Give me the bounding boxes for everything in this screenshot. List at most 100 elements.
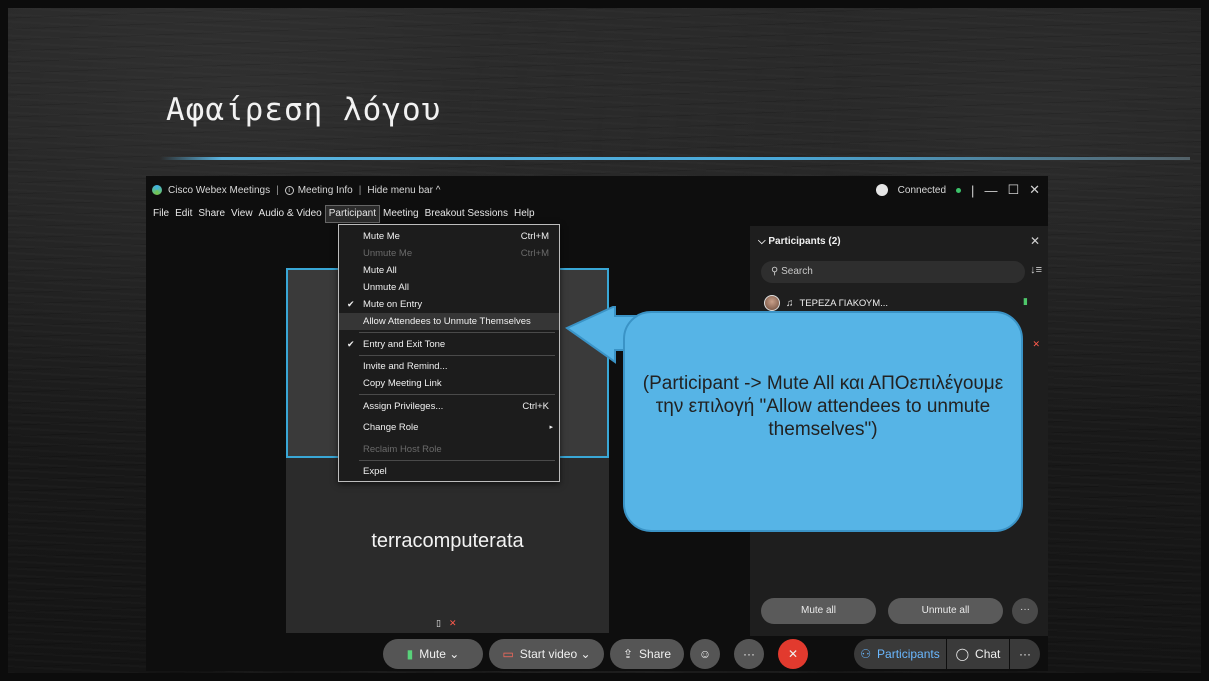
stage-status-icons: ▯ ✕ [436, 618, 457, 629]
menu-item-mute-on-entry[interactable]: ✔ Mute on Entry [339, 296, 559, 313]
share-label: Share [639, 647, 672, 661]
menu-view[interactable]: View [228, 205, 256, 223]
meeting-info-link[interactable]: Meeting Info [298, 185, 353, 196]
menu-help[interactable]: Help [511, 205, 538, 223]
menu-item-mute-all[interactable]: Mute All [339, 262, 559, 279]
menu-item-entry-exit-tone[interactable]: ✔ Entry and Exit Tone [339, 336, 559, 353]
participant-menu: Mute Me Ctrl+M Unmute Me Ctrl+M Mute All… [338, 224, 560, 482]
submenu-arrow-icon: ▸ [549, 424, 553, 431]
mute-button[interactable]: ▮ Mute ⌄ [383, 639, 483, 669]
avatar [764, 295, 780, 311]
title-underline [160, 157, 1190, 160]
participant-search-input[interactable]: ⚲ Search [761, 261, 1025, 283]
menu-item-allow-unmute[interactable]: Allow Attendees to Unmute Themselves [339, 313, 559, 330]
annotation-callout: (Participant -> Mute All και ΑΠΟεπιλέγου… [623, 311, 1023, 532]
menu-item-reclaim-host: Reclaim Host Role [363, 444, 442, 455]
search-placeholder: Search [781, 266, 813, 277]
menu-item-unmute-me: Unmute Me Ctrl+M [339, 245, 559, 262]
participants-header[interactable]: ⌵ Participants (2) [758, 236, 841, 247]
separator-icon: | [971, 182, 975, 198]
chevron-down-icon: ⌄ [577, 647, 591, 661]
connection-icon [875, 184, 888, 196]
start-video-label: Start video [519, 647, 578, 661]
menu-item-expel[interactable]: Expel [339, 463, 559, 480]
menu-item-label: Entry and Exit Tone [363, 339, 446, 350]
leave-meeting-button[interactable]: ✕ [778, 639, 808, 669]
share-icon: ⇪ [622, 647, 634, 661]
minimize-icon[interactable]: — [984, 183, 997, 198]
menu-separator [359, 332, 555, 333]
start-video-button[interactable]: ▭ Start video ⌄ [489, 639, 604, 669]
menu-item-label: Change Role [363, 422, 419, 433]
chat-tab-button[interactable]: ◯ Chat [947, 639, 1009, 669]
menu-separator [359, 460, 555, 461]
panel-more-button[interactable]: ··· [1012, 598, 1038, 624]
participant-row[interactable]: ♫ ΤΕΡΕΖΑ ΓΙΑΚΟΥΜ... ▮ [764, 293, 1036, 313]
menu-item-unmute-all[interactable]: Unmute All [339, 279, 559, 296]
maximize-icon[interactable]: ☐ [1007, 182, 1019, 198]
reactions-button[interactable]: ☺ [690, 639, 720, 669]
shortcut-label: Ctrl+M [520, 231, 549, 242]
search-icon: ⚲ [771, 266, 782, 277]
participants-label: Participants [877, 647, 940, 661]
mute-label: Mute [419, 647, 446, 661]
menu-item-label: Mute Me [363, 231, 400, 242]
title-bar-right: Connected | — ☐ ✕ [875, 176, 1040, 204]
participants-title: Participants (2) [768, 236, 841, 247]
app-name: Cisco Webex Meetings [168, 184, 271, 196]
muted-mic-icon: ✕ [448, 618, 457, 628]
title-separator: | [358, 184, 362, 196]
connection-status: Connected [897, 184, 947, 196]
menu-item-label: Mute on Entry [363, 299, 423, 310]
menu-share[interactable]: Share [195, 205, 228, 223]
mic-muted-icon[interactable]: ✕ [1032, 339, 1040, 350]
menu-file[interactable]: File [150, 205, 172, 223]
participant-video-name: terracomputerata [371, 530, 524, 552]
more-options-button[interactable]: ··· [734, 639, 764, 669]
webex-logo-icon [152, 185, 162, 195]
person-icon: ⚇ [860, 647, 872, 661]
menu-participant[interactable]: Participant [324, 205, 380, 223]
chat-bubble-icon: ◯ [955, 647, 970, 661]
device-icon: ▯ [436, 618, 441, 628]
menu-item-mute-me[interactable]: Mute Me Ctrl+M [339, 228, 559, 245]
info-icon: i [284, 185, 294, 195]
checkmark-icon: ✔ [347, 299, 355, 309]
participant-name: ΤΕΡΕΖΑ ΓΙΑΚΟΥΜ... [799, 297, 889, 309]
title-separator: | [276, 184, 279, 196]
hide-menu-bar-button[interactable]: Hide menu bar ^ [367, 185, 440, 196]
collapse-chevron-icon: ⌵ [758, 236, 769, 247]
shortcut-label: Ctrl+K [522, 401, 549, 412]
menu-item-assign-privileges[interactable]: Assign Privileges... Ctrl+K [339, 398, 559, 415]
smiley-icon: ☺ [698, 647, 712, 661]
menu-audio-video[interactable]: Audio & Video [256, 205, 325, 223]
mic-on-icon[interactable]: ▮ [1023, 296, 1028, 307]
connected-dot-icon [956, 187, 962, 193]
menu-item-label: Assign Privileges... [363, 401, 444, 412]
share-button[interactable]: ⇪ Share [610, 639, 684, 669]
slide-title: Αφαίρεση λόγου [166, 92, 442, 128]
participants-tab-button[interactable]: ⚇ Participants [854, 639, 946, 669]
more-tabs-button[interactable]: ··· [1010, 639, 1040, 669]
chevron-down-icon: ⌄ [445, 647, 460, 661]
menu-separator [359, 355, 555, 356]
menu-item-label: Unmute Me [363, 248, 413, 259]
chat-label: Chat [975, 647, 1001, 661]
menu-breakout-sessions[interactable]: Breakout Sessions [422, 205, 511, 223]
unmute-all-button[interactable]: Unmute all [888, 598, 1003, 624]
shortcut-label: Ctrl+M [520, 248, 549, 259]
menu-item-change-role[interactable]: Change Role ▸ [339, 419, 559, 436]
mute-all-button[interactable]: Mute all [761, 598, 876, 624]
microphone-icon: ▮ [406, 647, 414, 661]
menu-meeting[interactable]: Meeting [380, 205, 422, 223]
menu-edit[interactable]: Edit [172, 205, 195, 223]
checkmark-icon: ✔ [347, 339, 355, 349]
title-bar: Cisco Webex Meetings | i Meeting Info | … [146, 176, 1048, 204]
close-window-icon[interactable]: ✕ [1029, 182, 1040, 198]
close-icon: ✕ [787, 647, 799, 661]
sort-icon[interactable]: ↓≡ [1030, 264, 1042, 276]
close-panel-icon[interactable]: ✕ [1030, 234, 1040, 248]
menu-item-invite[interactable]: Invite and Remind... [339, 358, 559, 375]
menu-item-copy-link[interactable]: Copy Meeting Link [339, 375, 559, 392]
menu-bar: File Edit Share View Audio & Video Parti… [146, 205, 538, 223]
